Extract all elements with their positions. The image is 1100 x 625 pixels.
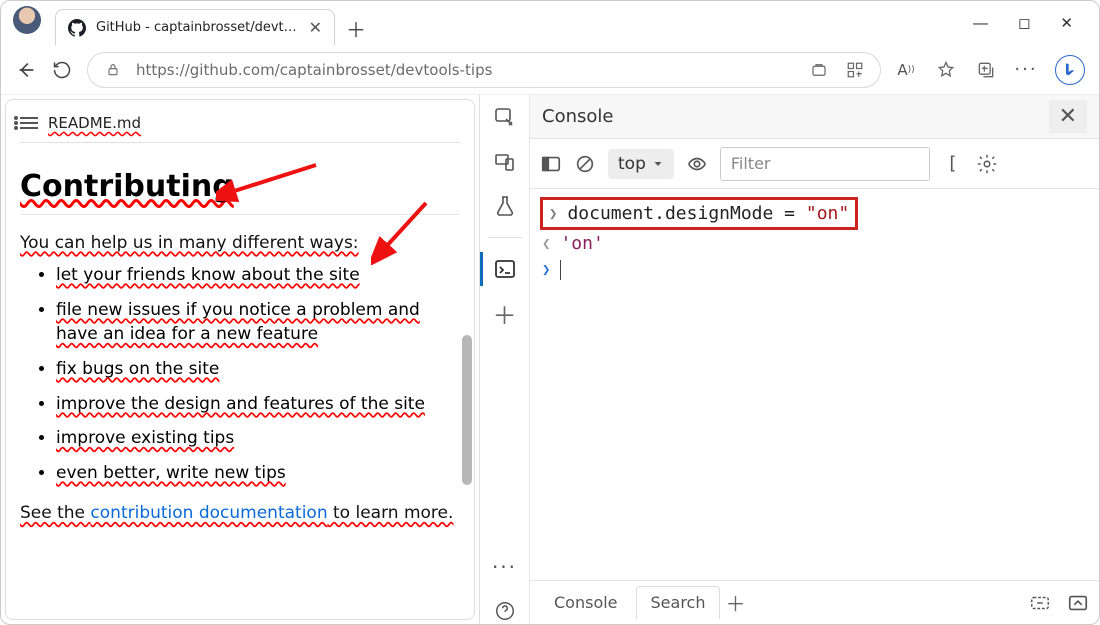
browser-tab[interactable]: GitHub - captainbrosset/devtool ✕ bbox=[55, 9, 335, 45]
clear-console-icon[interactable] bbox=[574, 153, 596, 175]
outro-post: to learn more. bbox=[328, 503, 454, 523]
intro-text: You can help us in many different ways: bbox=[20, 233, 460, 253]
list-item: let your friends know about the site bbox=[56, 263, 460, 288]
shopping-icon[interactable] bbox=[808, 59, 830, 81]
content-area: README.md Contributing You can help us i… bbox=[1, 95, 1099, 624]
log-levels-icon[interactable]: [ bbox=[942, 153, 964, 175]
console-input-line: ❯ document.designMode = "on" bbox=[540, 197, 858, 230]
maximize-icon[interactable]: ◻ bbox=[1018, 14, 1030, 32]
issues-icon[interactable] bbox=[1029, 592, 1051, 614]
extensions-icon[interactable] bbox=[844, 59, 866, 81]
code-text: document.designMode = bbox=[567, 203, 805, 224]
read-aloud-icon[interactable]: A)) bbox=[895, 59, 917, 81]
list-item: improve the design and features of the s… bbox=[56, 392, 460, 417]
favorite-icon[interactable] bbox=[935, 59, 957, 81]
outline-icon[interactable] bbox=[20, 117, 38, 129]
devtools-close-icon[interactable]: ✕ bbox=[1049, 100, 1087, 133]
return-icon: ❯ bbox=[542, 236, 550, 252]
panel-title: Console bbox=[542, 106, 613, 127]
url-input[interactable]: https://github.com/captainbrosset/devtoo… bbox=[87, 52, 881, 88]
devtools-main: Console ✕ top Filter bbox=[530, 95, 1099, 624]
console-body[interactable]: ❯ document.designMode = "on" ❯ 'on' ❯ bbox=[530, 189, 1099, 580]
text-caret bbox=[560, 260, 561, 280]
prompt-icon: ❯ bbox=[549, 206, 557, 222]
window-controls: ― ◻ ✕ bbox=[973, 14, 1091, 32]
prompt-icon: ❯ bbox=[542, 262, 550, 278]
inspect-icon[interactable] bbox=[492, 105, 518, 131]
add-drawer-tab-icon[interactable]: ＋ bbox=[724, 592, 746, 614]
contribution-link[interactable]: contribution documentation bbox=[90, 503, 327, 523]
help-icon[interactable] bbox=[492, 598, 518, 624]
console-code: document.designMode = "on" bbox=[567, 203, 849, 224]
bing-icon[interactable] bbox=[1055, 55, 1085, 85]
list-item: file new issues if you notice a problem … bbox=[56, 298, 460, 347]
live-expression-icon[interactable] bbox=[686, 153, 708, 175]
tab-title: GitHub - captainbrosset/devtool bbox=[96, 20, 299, 35]
console-output-line: ❯ 'on' bbox=[540, 230, 1089, 257]
file-header: README.md bbox=[20, 108, 460, 143]
context-selector[interactable]: top bbox=[608, 149, 674, 179]
drawer-tab-console[interactable]: Console bbox=[540, 587, 632, 618]
bullet-list: let your friends know about the site fil… bbox=[20, 263, 460, 485]
tab-close-icon[interactable]: ✕ bbox=[309, 18, 322, 37]
filter-placeholder: Filter bbox=[731, 154, 771, 173]
titlebar: GitHub - captainbrosset/devtool ✕ ＋ ― ◻ … bbox=[1, 1, 1099, 45]
settings-icon[interactable] bbox=[976, 153, 998, 175]
add-panel-icon[interactable]: ＋ bbox=[492, 300, 518, 326]
url-text: https://github.com/captainbrosset/devtoo… bbox=[136, 61, 492, 79]
return-value: 'on' bbox=[560, 233, 603, 254]
devtools-drawer: Console Search ＋ bbox=[530, 580, 1099, 624]
experiments-icon[interactable] bbox=[492, 193, 518, 219]
back-icon[interactable] bbox=[15, 59, 37, 81]
scrollbar[interactable] bbox=[460, 130, 474, 609]
outro-pre: See the bbox=[20, 503, 90, 523]
more-icon[interactable]: ··· bbox=[1015, 59, 1037, 81]
filename: README.md bbox=[48, 114, 141, 132]
github-icon bbox=[68, 19, 86, 37]
refresh-icon[interactable] bbox=[51, 59, 73, 81]
collections-icon[interactable] bbox=[975, 59, 997, 81]
address-bar: https://github.com/captainbrosset/devtoo… bbox=[1, 45, 1099, 95]
site-info-icon[interactable] bbox=[102, 59, 124, 81]
devtools: ＋ ··· Console ✕ top bbox=[479, 95, 1099, 624]
close-icon[interactable]: ✕ bbox=[1060, 14, 1073, 32]
minimize-icon[interactable]: ― bbox=[973, 14, 988, 32]
dock-icon[interactable] bbox=[1067, 592, 1089, 614]
outro-text: See the contribution documentation to le… bbox=[20, 503, 460, 523]
devtools-rail: ＋ ··· bbox=[480, 95, 530, 624]
console-panel-icon[interactable] bbox=[492, 256, 518, 282]
list-item: improve existing tips bbox=[56, 426, 460, 451]
filter-input[interactable]: Filter bbox=[720, 147, 930, 181]
sidebar-toggle-icon[interactable] bbox=[540, 153, 562, 175]
page-heading: Contributing bbox=[20, 169, 460, 215]
chevron-down-icon bbox=[652, 158, 664, 170]
drawer-tab-search[interactable]: Search bbox=[636, 586, 721, 620]
more-tools-icon[interactable]: ··· bbox=[492, 554, 518, 580]
list-item: fix bugs on the site bbox=[56, 357, 460, 382]
webpage: README.md Contributing You can help us i… bbox=[5, 99, 475, 620]
list-item: even better, write new tips bbox=[56, 461, 460, 486]
console-toolbar: top Filter [ bbox=[530, 139, 1099, 189]
console-prompt[interactable]: ❯ bbox=[540, 257, 1089, 283]
context-label: top bbox=[618, 154, 646, 174]
device-icon[interactable] bbox=[492, 149, 518, 175]
code-string: "on" bbox=[806, 203, 849, 224]
profile-avatar[interactable] bbox=[13, 6, 41, 34]
devtools-header: Console ✕ bbox=[530, 95, 1099, 139]
new-tab-button[interactable]: ＋ bbox=[339, 11, 373, 45]
